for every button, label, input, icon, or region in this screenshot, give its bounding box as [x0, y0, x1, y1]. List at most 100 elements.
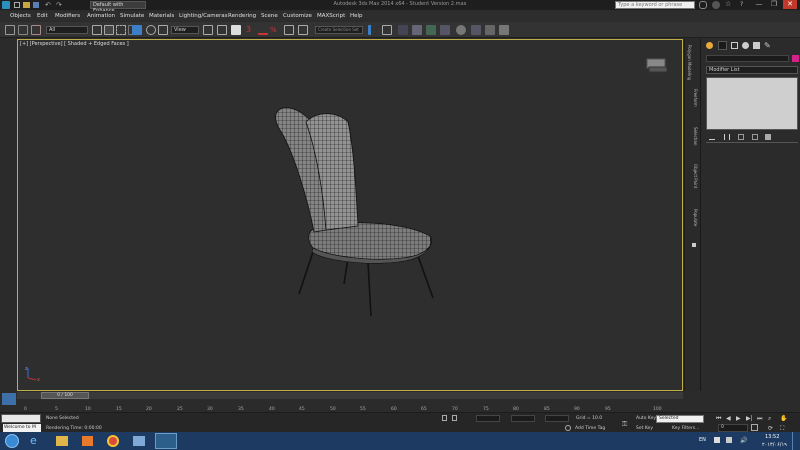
key-icon[interactable]: ⚿: [622, 420, 627, 429]
hierarchy-tab-icon[interactable]: [731, 42, 738, 49]
select-and-move-icon[interactable]: [132, 25, 142, 35]
utilities-tab-icon[interactable]: ✎: [764, 41, 771, 50]
select-and-scale-icon[interactable]: [158, 25, 168, 35]
percent-snap-icon[interactable]: %: [270, 25, 280, 35]
modify-tab-icon[interactable]: [718, 41, 727, 50]
snaps-toggle-icon[interactable]: 3: [246, 25, 256, 35]
ribbon-tab-selection[interactable]: Selection: [693, 127, 698, 145]
reference-coordinate-dropdown[interactable]: View: [171, 26, 199, 34]
help-icon[interactable]: ?: [740, 1, 743, 8]
show-end-result-icon[interactable]: [724, 134, 730, 140]
media-player-icon[interactable]: [82, 436, 93, 446]
angle-snap-icon[interactable]: [258, 25, 268, 35]
select-by-name-icon[interactable]: [104, 25, 114, 35]
3dsmax-taskbar-icon[interactable]: [155, 433, 177, 449]
ribbon-tab-object-paint[interactable]: Object Paint: [693, 164, 698, 188]
file-explorer-icon[interactable]: [56, 436, 68, 446]
render-setup-icon[interactable]: [471, 25, 481, 35]
x-coordinate-field[interactable]: [476, 415, 500, 422]
add-time-tag[interactable]: Add Time Tag: [575, 426, 605, 431]
key-filters-button[interactable]: Key Filters...: [672, 426, 699, 431]
menu-customize[interactable]: Customize: [283, 13, 312, 19]
maximize-button[interactable]: ❐: [767, 0, 781, 9]
menu-simulate[interactable]: Simulate: [120, 13, 144, 19]
z-coordinate-field[interactable]: [545, 415, 569, 422]
menu-materials[interactable]: Materials: [149, 13, 174, 19]
edit-named-selection-icon[interactable]: [298, 25, 308, 35]
auto-key-button[interactable]: Auto Key: [636, 416, 656, 421]
display-tab-icon[interactable]: [753, 42, 760, 49]
select-object-icon[interactable]: [92, 25, 102, 35]
ribbon-tab-polygon-modeling[interactable]: Polygon Modeling: [687, 45, 692, 80]
tray-network-icon[interactable]: [726, 437, 732, 443]
mirror-icon[interactable]: [368, 25, 378, 35]
schematic-view-icon[interactable]: [440, 25, 450, 35]
clock-time[interactable]: 13:52: [765, 434, 779, 440]
ribbon-tab-freeform[interactable]: Freeform: [693, 89, 698, 107]
key-mode-dropdown[interactable]: Selected: [656, 415, 704, 423]
modifier-list-dropdown[interactable]: Modifier List: [706, 66, 798, 74]
search-input[interactable]: Type a keyword or phrase: [615, 1, 695, 9]
binoculars-icon[interactable]: [699, 1, 707, 9]
menu-edit[interactable]: Edit: [37, 13, 48, 19]
time-slider[interactable]: 0 / 100: [41, 392, 89, 399]
align-icon[interactable]: [382, 25, 392, 35]
close-button[interactable]: ✕: [783, 0, 797, 9]
current-frame-field[interactable]: 0: [718, 424, 748, 432]
timeline-ruler[interactable]: 0 5 10 15 20 25 30 35 40 45 50 55 60 65 …: [17, 400, 683, 412]
set-key-button[interactable]: Set Key: [636, 426, 653, 431]
play-icon[interactable]: ▶: [736, 415, 741, 422]
time-slider-track[interactable]: 0 / 100: [17, 392, 683, 399]
menu-objects[interactable]: Objects: [10, 13, 31, 19]
menu-maxscript[interactable]: MAXScript: [317, 13, 345, 19]
clock-date[interactable]: ۲۰۱۳/۰۶/۱۹: [762, 442, 787, 448]
next-frame-icon[interactable]: ▶|: [746, 415, 753, 422]
modifier-stack[interactable]: [706, 77, 798, 130]
orbit-icon[interactable]: ⟳: [768, 425, 773, 432]
graphite-toolbar-icon[interactable]: [412, 25, 422, 35]
go-to-start-icon[interactable]: ⏮: [716, 415, 721, 423]
internet-explorer-icon[interactable]: e: [30, 435, 37, 447]
y-coordinate-field[interactable]: [511, 415, 535, 422]
curve-editor-icon[interactable]: [426, 25, 436, 35]
language-indicator[interactable]: EN: [699, 437, 706, 443]
spinner-snap-icon[interactable]: [284, 25, 294, 35]
select-and-link-icon[interactable]: [5, 25, 15, 35]
make-unique-icon[interactable]: [738, 134, 744, 140]
ribbon-toggle-icon[interactable]: [692, 243, 696, 247]
layer-manager-icon[interactable]: [398, 25, 408, 35]
pin-stack-icon[interactable]: [709, 134, 715, 140]
lock-selection-icon[interactable]: [442, 415, 447, 421]
material-editor-icon[interactable]: [456, 25, 466, 35]
select-and-rotate-icon[interactable]: [146, 25, 156, 35]
show-desktop-button[interactable]: [792, 432, 800, 450]
remove-modifier-icon[interactable]: [752, 134, 758, 140]
unlink-icon[interactable]: [18, 25, 28, 35]
named-selection-sets-dropdown[interactable]: Create Selection Set: [315, 26, 363, 34]
menu-scene[interactable]: Scene: [261, 13, 278, 19]
menu-lighting-cameras[interactable]: Lighting/Cameras: [179, 13, 228, 19]
render-production-icon[interactable]: [499, 25, 509, 35]
rectangular-selection-icon[interactable]: [116, 25, 126, 35]
motion-tab-icon[interactable]: [742, 42, 749, 49]
object-name-field[interactable]: [706, 55, 789, 62]
go-to-end-icon[interactable]: ⏭: [757, 415, 762, 423]
star-icon[interactable]: ☆: [725, 0, 731, 8]
minimize-button[interactable]: —: [752, 0, 766, 9]
mini-curve-editor-icon[interactable]: [2, 393, 16, 405]
viewport-label[interactable]: [+] [Perspective] [ Shaded + Edged Faces…: [20, 41, 129, 47]
network-app-icon[interactable]: [133, 436, 145, 446]
pan-icon[interactable]: ✋: [780, 415, 787, 422]
menu-rendering[interactable]: Rendering: [228, 13, 256, 19]
start-button[interactable]: [5, 434, 19, 448]
menu-animation[interactable]: Animation: [87, 13, 115, 19]
bind-space-warp-icon[interactable]: [31, 25, 41, 35]
perspective-viewport[interactable]: [17, 39, 683, 391]
add-time-tag-icon[interactable]: [565, 425, 571, 431]
menu-help[interactable]: Help: [350, 13, 363, 19]
ribbon-tab-populate[interactable]: Populate: [693, 209, 698, 226]
selection-filter-dropdown[interactable]: All: [46, 26, 88, 34]
zoom-icon[interactable]: ⌕: [768, 415, 771, 423]
keyboard-shortcut-override-icon[interactable]: [231, 25, 241, 35]
menu-modifiers[interactable]: Modifiers: [55, 13, 80, 19]
